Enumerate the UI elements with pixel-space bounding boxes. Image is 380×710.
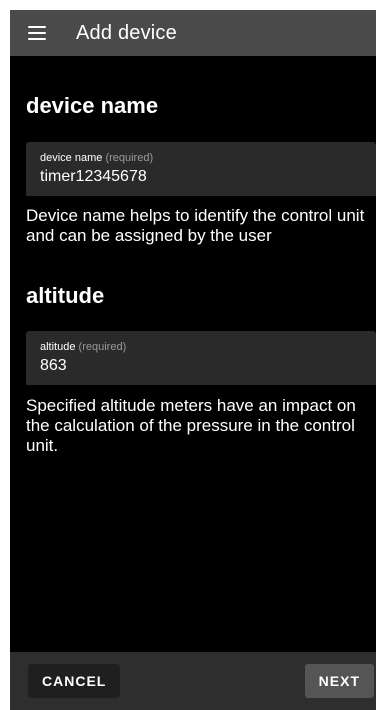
menu-icon-line xyxy=(28,26,46,28)
device-name-field-label: device name (required) xyxy=(40,152,153,164)
altitude-field-label: altitude (required) xyxy=(40,341,126,353)
menu-icon-line xyxy=(28,32,46,34)
altitude-field[interactable]: altitude (required) 863 xyxy=(26,331,376,385)
altitude-label-text: altitude xyxy=(40,341,76,353)
device-name-input[interactable]: timer12345678 xyxy=(40,168,147,186)
bottom-action-bar: CANCEL NEXT xyxy=(10,652,376,710)
altitude-input[interactable]: 863 xyxy=(40,357,67,375)
device-name-help-text: Device name helps to identify the contro… xyxy=(26,206,365,245)
form-content: device name device name (required) timer… xyxy=(10,56,376,652)
cancel-button[interactable]: CANCEL xyxy=(28,664,121,698)
required-tag: (required) xyxy=(105,152,154,164)
page-title: Add device xyxy=(76,21,177,44)
altitude-help-text: Specified altitude meters have an impact… xyxy=(26,396,356,455)
altitude-heading: altitude xyxy=(26,283,105,308)
device-name-label-text: device name xyxy=(40,152,103,164)
device-name-field[interactable]: device name (required) timer12345678 xyxy=(26,142,376,196)
hamburger-menu-icon[interactable] xyxy=(28,26,46,40)
device-name-heading: device name xyxy=(26,93,159,118)
menu-icon-line xyxy=(28,38,46,40)
app-screen: Add device device name device name (requ… xyxy=(10,10,376,710)
app-bar: Add device xyxy=(10,10,376,56)
next-button[interactable]: NEXT xyxy=(304,664,374,698)
required-tag: (required) xyxy=(78,341,127,353)
